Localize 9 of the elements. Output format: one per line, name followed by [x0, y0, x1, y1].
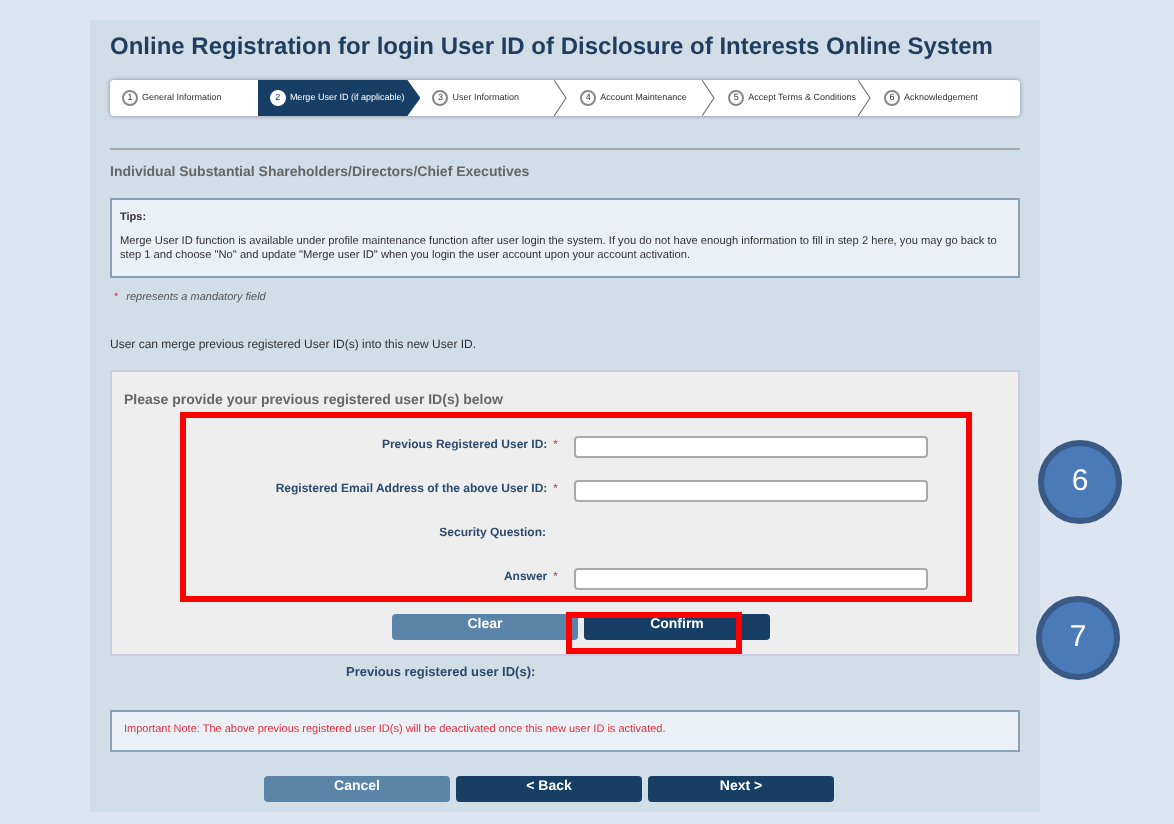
chevron-icon	[702, 80, 717, 116]
page-title: Online Registration for login User ID of Disclosure of Interests Online System	[110, 30, 993, 62]
input-field[interactable]	[574, 567, 928, 589]
chevron-icon	[554, 80, 569, 116]
step-callout: 6	[1038, 440, 1122, 524]
input-field[interactable]	[574, 479, 928, 501]
input-field[interactable]	[574, 435, 928, 457]
chevron-icon	[858, 80, 873, 116]
step-callout: 7	[1036, 596, 1120, 680]
